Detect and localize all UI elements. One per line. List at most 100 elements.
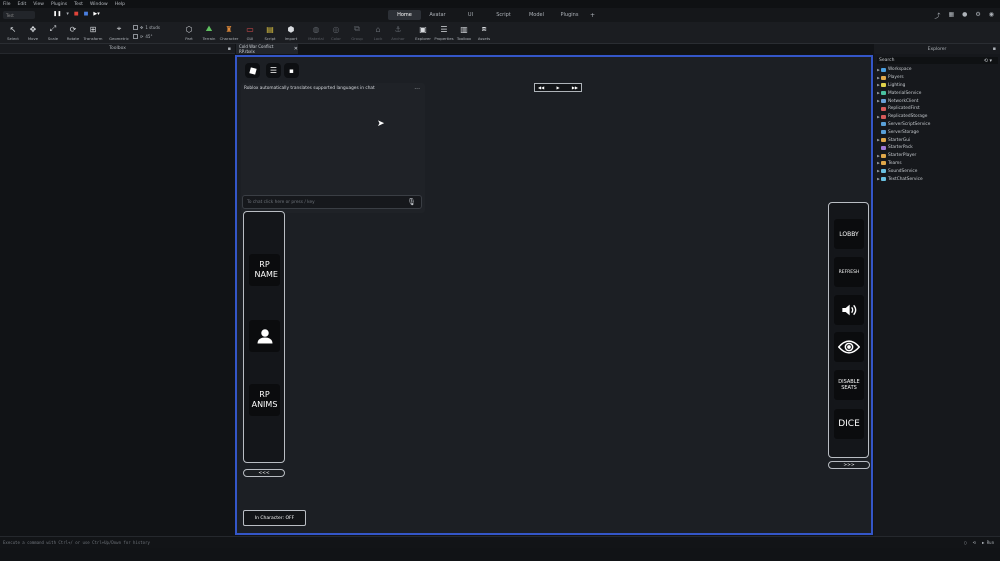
menu-window[interactable]: Window (90, 2, 108, 7)
rotate-tool[interactable]: ⟳ Rotate (63, 24, 83, 42)
service-icon (881, 130, 886, 135)
add-tab-icon[interactable]: + (590, 10, 595, 20)
explorer-item[interactable]: ▶ ReplicatedStorage (876, 113, 1000, 121)
close-icon[interactable]: ▪ (228, 46, 231, 52)
menu-test[interactable]: Test (74, 2, 83, 7)
explorer-item[interactable]: ▶ MaterialService (876, 89, 1000, 97)
share-icon[interactable]: ⤴ (934, 11, 940, 20)
explorer-item[interactable]: ▶ Lighting (876, 82, 1000, 90)
color-tool[interactable]: ◎ Color (326, 24, 346, 42)
tab-script[interactable]: Script (487, 10, 520, 20)
checkbox-icon[interactable] (133, 25, 138, 30)
menu-help[interactable]: Help (115, 2, 125, 7)
lobby-button[interactable]: LOBBY (834, 219, 864, 249)
scale-tool[interactable]: ⤢ Scale (43, 24, 63, 41)
visibility-button[interactable] (834, 332, 864, 362)
close-icon[interactable]: ▪ (993, 46, 996, 52)
explorer-item[interactable]: StarterPack (876, 144, 1000, 152)
rp-name-button[interactable]: RP NAME (249, 254, 280, 286)
filter-icon[interactable]: ⟲ ▾ (984, 58, 992, 64)
play-icon[interactable]: ▶ (556, 85, 559, 90)
explorer-item[interactable]: ▶ NetworkClient (876, 97, 1000, 105)
chevron-down-icon[interactable]: ▾ (66, 11, 69, 17)
run-button[interactable]: ▶ Run (982, 540, 994, 545)
transform-tool[interactable]: ⊞ Transform (83, 24, 103, 42)
hamburger-menu-button[interactable]: ☰ (266, 63, 281, 78)
client-server-icon[interactable]: ■ (84, 11, 89, 17)
script-tool[interactable]: ▤ Script (260, 24, 280, 42)
chat-toggle-button[interactable]: ▪ (284, 63, 299, 78)
mode-select[interactable]: Test (3, 11, 35, 19)
stud-rotate-setting[interactable]: ⟳ 45° (133, 34, 152, 39)
profile-icon[interactable]: ◉ (989, 11, 994, 20)
microphone-icon[interactable]: 🎙 (407, 198, 416, 206)
document-tab[interactable]: Cold War Conflict RP.rbxlx ✕ (236, 44, 298, 54)
group-tool[interactable]: ⧉ Group (347, 24, 367, 41)
command-bar-input[interactable]: Execute a command with Ctrl+/ or use Ctr… (0, 536, 1000, 548)
in-character-toggle[interactable]: In Character: OFF (243, 510, 306, 526)
dice-button[interactable]: DICE (834, 409, 864, 439)
chat-input[interactable]: To chat click here or press / key 🎙 (242, 195, 422, 209)
explorer-item[interactable]: ServerStorage (876, 128, 1000, 136)
roblox-menu-button[interactable] (245, 63, 260, 78)
refresh-button[interactable]: REFRESH (834, 257, 864, 287)
move-tool[interactable]: ✥ Move (23, 24, 43, 42)
explorer-item[interactable]: ▶ TextChatService (876, 175, 1000, 183)
fast-forward-icon[interactable]: ▶▶ (572, 85, 578, 90)
properties-tool[interactable]: ☰ Properties (434, 24, 454, 42)
terrain-tool[interactable]: ⛰ Terrain (199, 24, 219, 41)
tab-ui[interactable]: UI (454, 10, 487, 20)
select-tool[interactable]: ↖ Select (3, 24, 23, 42)
menu-file[interactable]: File (3, 2, 11, 7)
tab-home[interactable]: Home (388, 10, 421, 20)
disable-seats-button[interactable]: DISABLE SEATS (834, 370, 864, 400)
rewind-icon[interactable]: ◀◀ (538, 85, 544, 90)
explorer-item[interactable]: ▶ Workspace (876, 66, 1000, 74)
eye-icon (838, 340, 860, 354)
explorer-item[interactable]: ▶ SoundService (876, 167, 1000, 175)
character-tool[interactable]: ♜ Character (219, 24, 239, 42)
game-viewport[interactable]: ☰ ▪ Roblox automatically translates supp… (235, 55, 873, 535)
material-tool[interactable]: ◍ Material (306, 24, 326, 42)
grid-icon[interactable]: ▦ (948, 11, 954, 20)
collapse-left-button[interactable]: <<< (243, 469, 285, 477)
history-icon[interactable]: ⟲ (973, 540, 976, 545)
explorer-search-input[interactable]: Search ⟲ ▾ (877, 57, 998, 64)
stop-icon[interactable]: ■ (74, 11, 79, 17)
explorer-item[interactable]: ReplicatedFirst (876, 105, 1000, 113)
play-mode-icon[interactable]: ▶▾ (93, 11, 99, 17)
tab-model[interactable]: Model (520, 10, 553, 20)
assets-tool[interactable]: ⧈ Assets (474, 24, 494, 41)
collapse-right-button[interactable]: >>> (828, 461, 870, 469)
anchor-tool[interactable]: ⚓ Anchor (388, 24, 408, 42)
stud-move-setting[interactable]: ✥ 1 studs (133, 25, 160, 30)
pause-icon[interactable]: ❚❚ (53, 11, 61, 17)
menu-view[interactable]: View (33, 2, 44, 7)
explorer-item[interactable]: ▶ StarterGui (876, 136, 1000, 144)
rp-anims-button[interactable]: RP ANIMS (249, 384, 280, 416)
sound-button[interactable] (834, 295, 864, 325)
lock-tool[interactable]: ⌂ Lock (368, 24, 388, 42)
geometric-tool[interactable]: ⌖ Geometric (109, 24, 129, 41)
terminal-icon[interactable]: ▢ (964, 540, 966, 545)
avatar-button[interactable] (249, 320, 280, 352)
chat-options-icon[interactable]: ··· (414, 86, 420, 93)
settings-icon[interactable]: ⚙ (975, 11, 980, 20)
explorer-item[interactable]: ▶ Teams (876, 160, 1000, 168)
checkbox-icon[interactable] (133, 34, 138, 39)
notification-icon[interactable]: ● (962, 11, 967, 20)
menu-edit[interactable]: Edit (18, 2, 27, 7)
service-icon (881, 169, 886, 174)
tab-plugins[interactable]: Plugins (553, 10, 586, 20)
gui-tool[interactable]: ▭ GUI (240, 24, 260, 42)
explorer-item[interactable]: ServerScriptService (876, 121, 1000, 129)
import-tool[interactable]: ⬢ Import (281, 24, 301, 42)
part-tool[interactable]: ⬡ Part (179, 24, 199, 42)
menu-plugins[interactable]: Plugins (51, 2, 67, 7)
explorer-item[interactable]: ▶ StarterPlayer (876, 152, 1000, 160)
toolbox-tool[interactable]: ▥ Toolbox (454, 24, 474, 42)
tab-avatar[interactable]: Avatar (421, 10, 454, 20)
close-tab-icon[interactable]: ✕ (294, 46, 298, 52)
explorer-tool[interactable]: ▣ Explorer (413, 24, 433, 42)
explorer-item[interactable]: ▶ Players (876, 74, 1000, 82)
